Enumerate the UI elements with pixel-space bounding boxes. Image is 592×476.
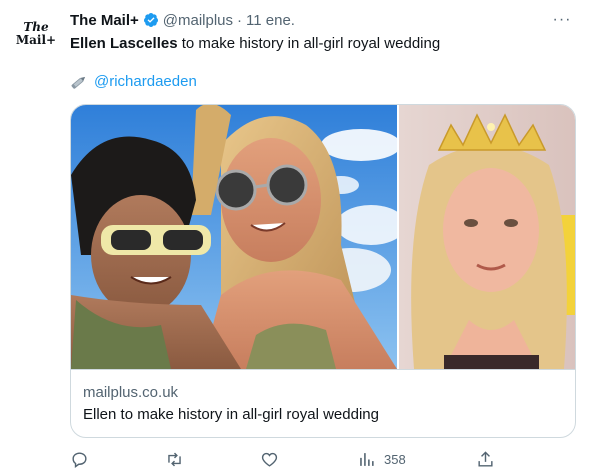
card-title: Ellen to make history in all-girl royal …: [83, 406, 379, 423]
like-button[interactable]: [260, 446, 279, 472]
share-icon: [478, 450, 493, 467]
views-icon: [360, 452, 374, 466]
views-button[interactable]: 358: [357, 446, 406, 472]
share-button[interactable]: [476, 446, 495, 472]
reply-icon: [72, 451, 87, 468]
reply-button[interactable]: [70, 446, 89, 472]
tweet-text-bold: Ellen Lascelles: [70, 35, 178, 52]
retweet-icon: [168, 452, 181, 466]
tweet-text: Ellen Lascelles to make history in all-g…: [70, 34, 440, 54]
card-photo-selfie: [71, 105, 397, 369]
avatar[interactable]: The Mail+: [14, 16, 58, 52]
separator-dot: ·: [237, 11, 243, 29]
link-card[interactable]: mailplus.co.uk Ellen to make history in …: [70, 104, 576, 438]
views-count: 358: [384, 451, 406, 467]
heart-icon: [261, 452, 278, 467]
tweet[interactable]: The Mail+ The Mail+ @mailplus · 11 ene. …: [0, 0, 592, 476]
display-name[interactable]: The Mail+: [70, 12, 139, 29]
card-photo-portrait: [397, 105, 575, 369]
pen-icon: [70, 74, 88, 90]
verified-badge-icon: [143, 12, 159, 28]
avatar-line2: Mail+: [15, 33, 57, 47]
tweet-text-rest: to make history in all-girl royal weddin…: [177, 35, 441, 52]
retweet-button[interactable]: [165, 446, 184, 472]
card-media[interactable]: [71, 105, 575, 369]
tweet-date[interactable]: 11 ene.: [246, 12, 295, 29]
card-meta[interactable]: mailplus.co.uk Ellen to make history in …: [71, 369, 575, 437]
handle[interactable]: @mailplus: [163, 12, 233, 29]
tweet-header: The Mail+ @mailplus · 11 ene.: [70, 10, 295, 30]
byline: @richardaeden: [70, 72, 197, 92]
action-bar: 358: [60, 446, 500, 472]
byline-mention-link[interactable]: @richardaeden: [94, 72, 197, 92]
more-options-icon[interactable]: ···: [552, 10, 572, 30]
card-domain: mailplus.co.uk: [83, 384, 179, 401]
